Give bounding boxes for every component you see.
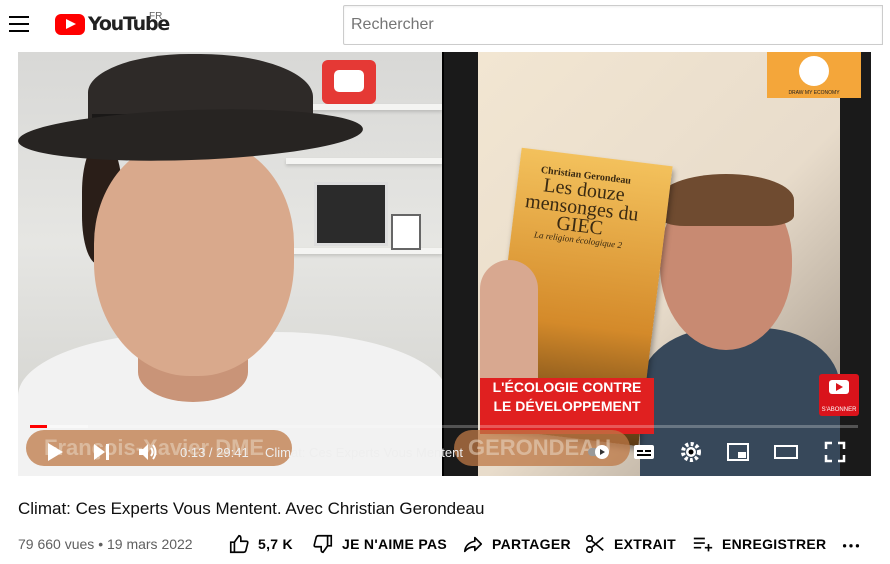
next-button[interactable] [90, 440, 114, 464]
dislike-button[interactable]: JE N'AIME PAS [312, 532, 447, 556]
region-code: FR [149, 11, 163, 22]
miniplayer-icon [727, 443, 749, 461]
progress-bar[interactable] [30, 425, 858, 428]
share-label: PARTAGER [492, 536, 571, 552]
share-button[interactable]: PARTAGER [462, 532, 571, 556]
subscribe-badge[interactable]: S'ABONNER [819, 374, 859, 416]
settings-button[interactable] [679, 440, 703, 464]
channel-card[interactable]: DRAW MY ECONOMY [767, 52, 861, 98]
share-icon [463, 536, 483, 553]
volume-icon [139, 444, 157, 460]
more-actions-button[interactable] [840, 532, 862, 556]
fullscreen-icon [824, 441, 846, 463]
video-title: Climat: Ces Experts Vous Mentent. Avec C… [18, 499, 485, 518]
guest-hair [658, 174, 794, 226]
hamburger-menu-icon[interactable] [9, 16, 29, 32]
like-button[interactable]: 5,7 K [228, 532, 293, 556]
dislike-label: JE N'AIME PAS [342, 536, 447, 552]
more-horizontal-icon [842, 544, 860, 548]
video-meta: 79 660 vues • 19 mars 2022 [18, 536, 193, 552]
channel-card-caption: DRAW MY ECONOMY [788, 90, 840, 96]
autoplay-toggle[interactable] [588, 440, 612, 464]
youtube-play-icon [55, 13, 85, 35]
mascot-icon [799, 56, 829, 86]
host-face [94, 140, 294, 376]
chapter-title[interactable]: Climat: Ces Experts Vous Mentent [265, 445, 463, 460]
miniplayer-button[interactable] [726, 440, 750, 464]
clip-button[interactable]: EXTRAIT [584, 532, 676, 556]
top-bar: YouTube FR [0, 0, 890, 52]
book-banner-line1: L'ÉCOLOGIE CONTRE [492, 379, 642, 395]
subscribe-label: S'ABONNER [821, 407, 857, 413]
youtube-play-icon [829, 380, 849, 394]
theater-mode-icon [774, 445, 798, 459]
thumbs-up-icon [229, 534, 249, 554]
hat-brim [18, 103, 364, 167]
publish-date: 19 mars 2022 [106, 536, 193, 552]
skip-next-icon [94, 444, 109, 460]
play-icon [48, 443, 63, 461]
subtitles-icon [634, 445, 654, 459]
autoplay-toggle-icon [588, 445, 609, 459]
play-button-plaque [322, 60, 376, 104]
gear-icon [681, 442, 701, 462]
shelf [286, 158, 442, 164]
save-label: ENREGISTRER [722, 536, 827, 552]
fullscreen-button[interactable] [823, 440, 847, 464]
save-button[interactable]: ENREGISTRER [692, 532, 826, 556]
photo-frame [391, 214, 421, 250]
volume-button[interactable] [136, 440, 160, 464]
time-display: 0:13 / 29:41 [180, 445, 249, 460]
player-controls: 0:13 / 29:41 Climat: Ces Experts Vous Me… [18, 432, 871, 472]
subtitles-button[interactable] [632, 440, 656, 464]
like-count: 5,7 K [258, 536, 293, 552]
photo-frames [314, 182, 388, 246]
clip-label: EXTRAIT [614, 536, 676, 552]
search-box [343, 5, 883, 45]
playlist-add-icon [693, 537, 713, 552]
video-frame-left [18, 52, 442, 476]
meta-separator: • [98, 536, 104, 552]
progress-played [30, 425, 47, 428]
thumbs-down-icon [313, 534, 333, 554]
book-banner-line2: LE DÉVELOPPEMENT [493, 398, 641, 414]
theater-mode-button[interactable] [774, 440, 798, 464]
search-input[interactable] [344, 6, 882, 44]
video-frame-right: Christian Gerondeau Les douze mensonges … [444, 52, 871, 476]
scissors-icon [585, 534, 604, 554]
video-player[interactable]: Christian Gerondeau Les douze mensonges … [18, 52, 871, 476]
view-count: 79 660 vues [18, 536, 95, 552]
play-button[interactable] [42, 440, 66, 464]
